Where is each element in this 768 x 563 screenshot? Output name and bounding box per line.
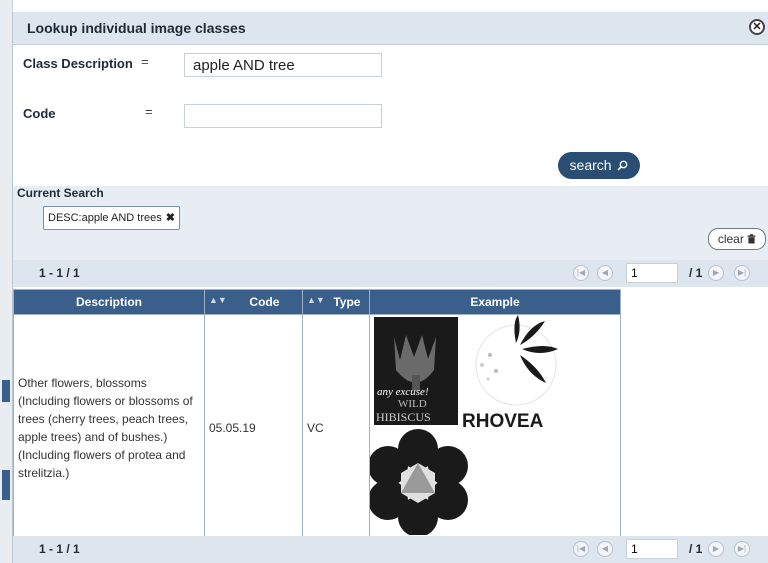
logo-text: RHOVEA: [462, 411, 544, 432]
pager-range: 1 - 1 / 1: [39, 266, 80, 280]
first-page-icon[interactable]: |◀: [573, 541, 589, 557]
background-fragment: [2, 380, 10, 402]
wild-hibiscus-logo: any excuse! WILD HIBISCUS: [374, 317, 458, 425]
column-header-example: Example: [369, 289, 621, 315]
search-button-label: search: [569, 157, 612, 173]
class-description-input[interactable]: [184, 53, 382, 77]
description-cell: Other flowers, blossoms (Including flowe…: [13, 314, 205, 541]
next-page-icon[interactable]: ▶: [708, 541, 724, 557]
previous-page-icon[interactable]: ◀: [597, 541, 613, 557]
trash-icon: [747, 234, 756, 244]
column-header-code[interactable]: ▲▼ Code: [204, 289, 303, 315]
logo-text: HIBISCUS: [376, 410, 431, 424]
class-description-label: Class Description: [23, 56, 133, 71]
pager-range: 1 - 1 / 1: [39, 542, 80, 556]
remove-filter-icon[interactable]: ✖: [166, 212, 175, 224]
lookup-dialog: Lookup individual image classes ✕ Class …: [12, 12, 768, 563]
clear-button[interactable]: clear: [708, 228, 766, 250]
page-total: / 1: [689, 266, 703, 280]
pager-top: 1 - 1 / 1 |◀ ◀ / 1 ▶ ▶|: [13, 260, 768, 287]
logo-text: WILD: [398, 398, 427, 410]
page-total: / 1: [689, 542, 703, 556]
search-icon: [617, 160, 628, 171]
logo-text: any excuse!: [377, 386, 429, 398]
table-header-row: Description ▲▼ Code ▲▼ Type Example: [13, 289, 621, 315]
search-filter-text: DESC:apple AND trees: [48, 212, 162, 224]
dialog-titlebar: Lookup individual image classes ✕: [13, 12, 768, 45]
code-label: Code: [23, 106, 56, 121]
sort-icon: ▲▼: [307, 295, 325, 305]
background-fragment: [2, 470, 10, 500]
code-cell: 05.05.19: [204, 314, 303, 541]
code-input[interactable]: [184, 104, 382, 128]
current-search-title: Current Search: [17, 186, 104, 200]
dialog-title: Lookup individual image classes: [27, 20, 246, 36]
class-description-operator: =: [141, 54, 149, 69]
previous-page-icon[interactable]: ◀: [597, 265, 613, 281]
example-cell: any excuse! WILD HIBISCUS RHOVEA: [368, 314, 621, 541]
last-page-icon[interactable]: ▶|: [734, 265, 750, 281]
close-icon[interactable]: ✕: [749, 19, 765, 35]
current-search-panel: Current Search DESC:apple AND trees ✖ cle…: [13, 186, 768, 266]
page-number-input[interactable]: [626, 539, 678, 559]
search-button[interactable]: search: [558, 152, 640, 179]
search-filter-tag: DESC:apple AND trees ✖: [43, 206, 180, 230]
next-page-icon[interactable]: ▶: [708, 265, 724, 281]
table-row[interactable]: Other flowers, blossoms (Including flowe…: [13, 314, 621, 541]
code-operator: =: [145, 104, 153, 119]
page-number-input[interactable]: [626, 263, 678, 283]
sort-icon: ▲▼: [209, 295, 227, 305]
clear-button-label: clear: [717, 232, 744, 246]
first-page-icon[interactable]: |◀: [573, 265, 589, 281]
hexagon-flower-logo: [368, 429, 468, 537]
column-header-description[interactable]: Description: [13, 289, 205, 315]
column-header-type[interactable]: ▲▼ Type: [302, 289, 370, 315]
results-table: Description ▲▼ Code ▲▼ Type Example Other …: [13, 289, 621, 541]
type-cell: VC: [302, 314, 370, 541]
example-images: any excuse! WILD HIBISCUS RHOVEA: [368, 315, 558, 537]
last-page-icon[interactable]: ▶|: [734, 541, 750, 557]
rhovea-logo: RHOVEA: [462, 315, 558, 432]
pager-bottom: 1 - 1 / 1 |◀ ◀ / 1 ▶ ▶|: [13, 536, 768, 563]
